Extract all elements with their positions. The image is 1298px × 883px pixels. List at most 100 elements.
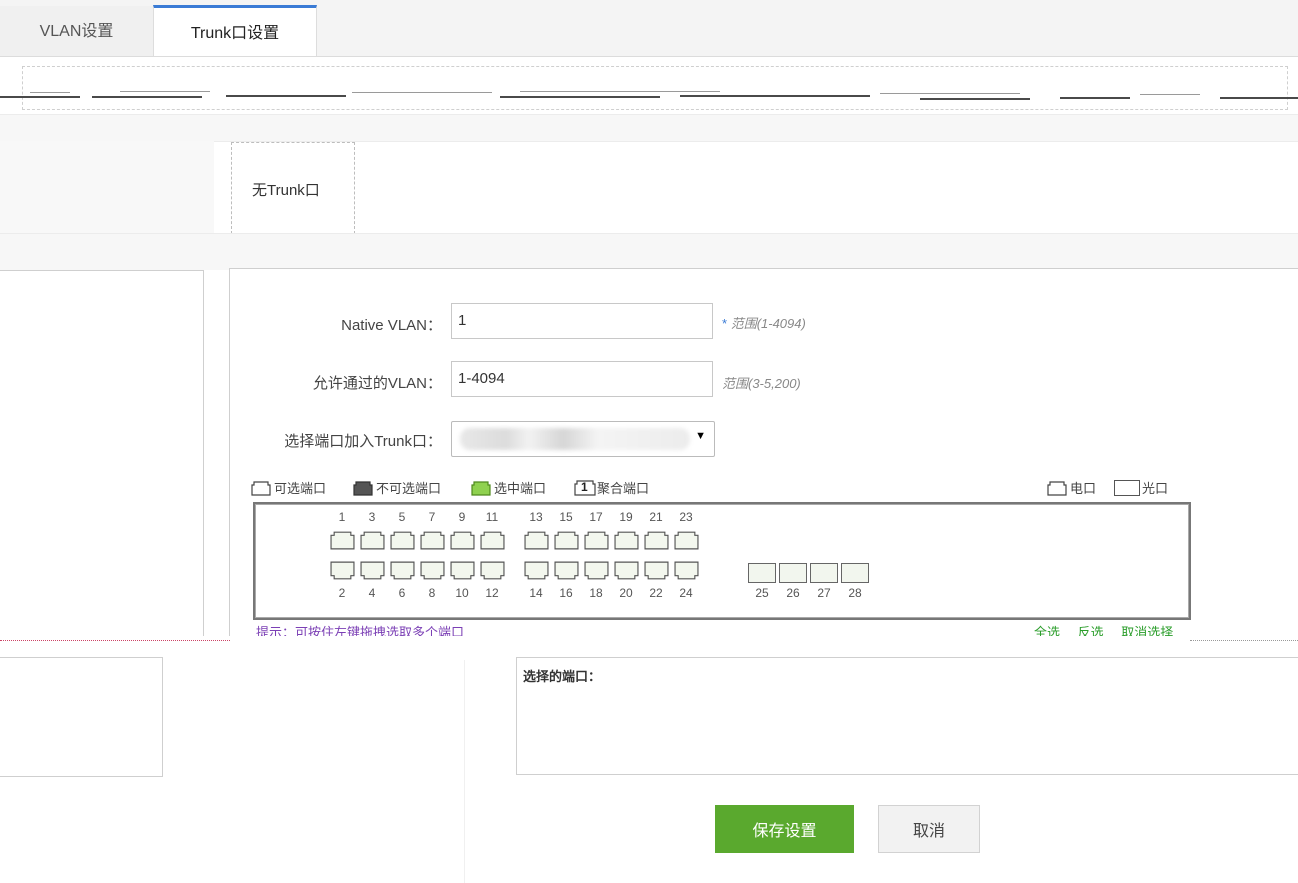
port-number-3: 3 [368, 510, 376, 524]
port-16[interactable] [554, 561, 579, 582]
port-6[interactable] [390, 561, 415, 582]
tab-trunk-settings[interactable]: Trunk口设置 [153, 5, 317, 56]
legend-unselectable: 不可选端口 [352, 478, 441, 497]
port-number-7: 7 [428, 510, 436, 524]
port-4[interactable] [360, 561, 385, 582]
port-11[interactable] [480, 529, 505, 550]
fiber-port-27[interactable] [810, 563, 838, 583]
cancel-button[interactable]: 取消 [878, 805, 980, 853]
port-number-20: 20 [619, 586, 633, 600]
native-vlan-range: 范围(1-4094) [730, 316, 806, 331]
port-select-label: 选择端口加入Trunk口： [284, 433, 442, 450]
port-13[interactable] [524, 529, 549, 550]
native-vlan-label: Native VLAN： [341, 317, 442, 334]
section-separator [0, 233, 1298, 270]
allowed-vlan-hint: 范围(3-5,200) [722, 376, 801, 391]
port-number-8: 8 [428, 586, 436, 600]
fiber-port-28[interactable] [841, 563, 869, 583]
port-number-26: 26 [786, 586, 800, 600]
port-number-9: 9 [458, 510, 466, 524]
port-number-21: 21 [649, 510, 663, 524]
port-number-6: 6 [398, 586, 406, 600]
port-22[interactable] [644, 561, 669, 582]
native-vlan-input[interactable] [451, 303, 713, 339]
section-separator [0, 114, 1298, 141]
port-24[interactable] [674, 561, 699, 582]
legend-aggregated: 1 聚合端口 [573, 478, 649, 497]
legend-unselectable-label: 不可选端口 [376, 481, 442, 496]
port-8[interactable] [420, 561, 445, 582]
port-number-13: 13 [529, 510, 543, 524]
legend-aggregated-label: 聚合端口 [597, 481, 650, 496]
port-number-28: 28 [848, 586, 862, 600]
port-20[interactable] [614, 561, 639, 582]
port-panel[interactable]: 1 3 5 7 9 11 13 15 17 19 21 23 2 4 6 8 10 12 14 16 18 20 22 24 2… [253, 502, 1191, 620]
legend-selectable: 可选端口 [250, 478, 326, 497]
port-number-16: 16 [559, 586, 573, 600]
left-side-panel [0, 270, 204, 644]
fiber-port-25[interactable] [748, 563, 776, 583]
port-18[interactable] [584, 561, 609, 582]
port-select-value-blurred [460, 428, 690, 450]
port-5[interactable] [390, 529, 415, 550]
port-15[interactable] [554, 529, 579, 550]
port-number-22: 22 [649, 586, 663, 600]
port-number-11: 11 [485, 510, 499, 524]
trunk-list-gutter [0, 141, 214, 233]
port-number-24: 24 [679, 586, 693, 600]
port-number-15: 15 [559, 510, 573, 524]
legend-optical-label: 光口 [1142, 481, 1169, 496]
port-19[interactable] [614, 529, 639, 550]
port-number-2: 2 [338, 586, 346, 600]
aggregated-number: 1 [581, 479, 588, 494]
port-number-17: 17 [589, 510, 603, 524]
port-1[interactable] [330, 529, 355, 550]
optical-port-icon [1114, 479, 1140, 496]
divider [464, 660, 465, 883]
legend-optical: 光口 [1114, 478, 1168, 497]
empty-trunk-placeholder: 无Trunk口 [231, 142, 355, 234]
fiber-port-26[interactable] [779, 563, 807, 583]
selected-ports-box: 选择的端口： [516, 657, 1298, 775]
tab-bar: VLAN设置 Trunk口设置 [0, 0, 1298, 57]
port-select-dropdown[interactable]: ▼ [451, 421, 715, 457]
left-bottom-box [0, 657, 163, 777]
port-number-14: 14 [529, 586, 543, 600]
port-outline-icon [251, 480, 271, 496]
electric-port-icon [1047, 480, 1067, 496]
port-23[interactable] [674, 529, 699, 550]
port-14[interactable] [524, 561, 549, 582]
port-number-1: 1 [338, 510, 346, 524]
port-3[interactable] [360, 529, 385, 550]
port-17[interactable] [584, 529, 609, 550]
legend-selected: 选中端口 [470, 478, 546, 497]
port-number-18: 18 [589, 586, 603, 600]
required-mark: * [722, 316, 728, 331]
render-artifact-strip [0, 636, 1298, 654]
port-number-25: 25 [755, 586, 769, 600]
port-number-5: 5 [398, 510, 406, 524]
port-7[interactable] [420, 529, 445, 550]
port-selected-icon [471, 480, 491, 496]
port-2[interactable] [330, 561, 355, 582]
selected-ports-label: 选择的端口： [523, 669, 602, 684]
allowed-vlan-input[interactable] [451, 361, 713, 397]
port-number-23: 23 [679, 510, 693, 524]
help-tip-garbled-text [0, 90, 1298, 104]
port-number-12: 12 [485, 586, 499, 600]
save-button[interactable]: 保存设置 [715, 805, 854, 853]
port-disabled-icon [353, 480, 373, 496]
legend-selectable-label: 可选端口 [274, 481, 327, 496]
port-21[interactable] [644, 529, 669, 550]
port-aggregated-icon: 1 [573, 479, 597, 497]
legend-electric-label: 电口 [1070, 481, 1097, 496]
tab-vlan-settings[interactable]: VLAN设置 [0, 6, 154, 56]
allowed-vlan-label: 允许通过的VLAN： [312, 375, 442, 392]
port-9[interactable] [450, 529, 475, 550]
port-12[interactable] [480, 561, 505, 582]
empty-trunk-text: 无Trunk口 [252, 182, 320, 199]
dropdown-arrow-icon: ▼ [695, 430, 706, 442]
port-number-27: 27 [817, 586, 831, 600]
port-10[interactable] [450, 561, 475, 582]
port-number-4: 4 [368, 586, 376, 600]
